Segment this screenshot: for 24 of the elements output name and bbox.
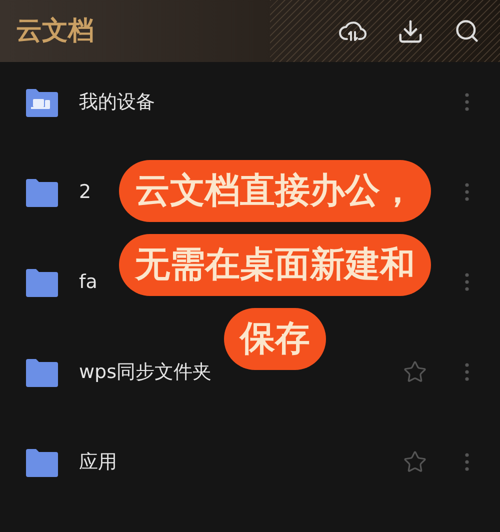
file-name: 2 [79,180,92,205]
file-name: fa [79,270,98,295]
star-icon[interactable] [403,450,427,474]
more-icon[interactable] [465,93,469,111]
caption-text: 保存 [224,308,326,370]
device-folder-icon [24,87,58,117]
page-title: 云文档 [16,14,94,48]
file-name: wps同步文件夹 [79,360,212,385]
folder-icon [24,177,58,207]
caption-text: 无需在桌面新建和 [119,234,431,296]
file-name: 应用 [79,450,117,475]
folder-icon [24,357,58,387]
search-icon[interactable] [454,18,480,44]
more-icon[interactable] [465,363,469,381]
download-icon[interactable] [397,18,424,44]
star-icon[interactable] [403,360,427,384]
more-icon[interactable] [465,453,469,471]
more-icon[interactable] [465,183,469,201]
folder-icon [24,267,58,297]
cloud-sync-icon[interactable] [339,19,367,43]
caption-text: 云文档直接办公， [119,160,431,222]
folder-icon [24,447,58,477]
more-icon[interactable] [465,273,469,291]
file-name: 我的设备 [79,90,155,115]
